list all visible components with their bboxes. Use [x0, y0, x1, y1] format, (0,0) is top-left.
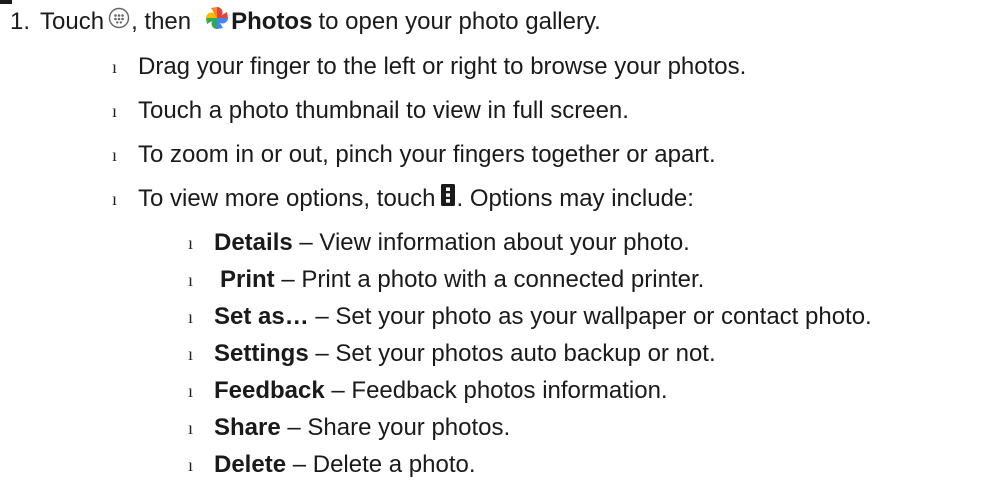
list-item: ı Drag your finger to the left or right … — [112, 52, 746, 82]
list-item: ı To zoom in or out, pinch your fingers … — [112, 140, 716, 170]
bullet-marker: ı — [188, 455, 194, 475]
list-item: ı Details – View information about your … — [188, 228, 690, 258]
more-options-suffix: . Options may include: — [456, 185, 694, 212]
list-item: ı Share – Share your photos. — [188, 413, 510, 443]
vertical-dots-menu-icon — [441, 184, 456, 214]
option-term: Feedback — [214, 377, 325, 404]
option-desc: – Feedback photos information. — [331, 377, 668, 404]
option-term: Print — [220, 266, 275, 293]
tip-text: To zoom in or out, pinch your fingers to… — [138, 141, 716, 168]
option-desc: – View information about your photo. — [299, 229, 690, 256]
list-item: ı Settings – Set your photos auto backup… — [188, 339, 716, 369]
option-desc: – Print a photo with a connected printer… — [281, 266, 705, 293]
bullet-marker: ı — [188, 418, 194, 438]
list-item: ı To view more options, touch . Options … — [112, 184, 694, 214]
option-desc: – Set your photo as your wallpaper or co… — [315, 303, 872, 330]
option-term: Delete — [214, 451, 287, 478]
bullet-marker: ı — [188, 270, 194, 290]
list-item: ı Delete – Delete a photo. — [188, 450, 476, 480]
instruction-list: ı Drag your finger to the left or right … — [0, 0, 986, 482]
option-desc: – Set your photos auto backup or not. — [315, 340, 716, 367]
tip-text: Drag your finger to the left or right to… — [138, 53, 747, 80]
bullet-marker: ı — [188, 344, 194, 364]
list-item: ı Touch a photo thumbnail to view in ful… — [112, 96, 629, 126]
bullet-marker: ı — [112, 145, 118, 165]
tip-text: Touch a photo thumbnail to view in full … — [138, 97, 629, 124]
option-term: Share — [214, 414, 281, 441]
bullet-marker: ı — [188, 233, 194, 253]
list-item: ı Print – Print a photo with a connected… — [188, 265, 704, 295]
bullet-marker: ı — [112, 101, 118, 121]
more-options-text: To view more options, touch — [138, 185, 436, 212]
option-desc: – Share your photos. — [287, 414, 511, 441]
list-item: ı Feedback – Feedback photos information… — [188, 376, 668, 406]
bullet-marker: ı — [188, 381, 194, 401]
bullet-marker: ı — [112, 189, 118, 209]
help-document: 1. Touch , then Photos to open your phot… — [0, 0, 986, 482]
bullet-marker: ı — [188, 307, 194, 327]
option-term: Settings — [214, 340, 309, 367]
bullet-marker: ı — [112, 57, 118, 77]
option-term: Set as… — [214, 303, 309, 330]
list-item: ı Set as… – Set your photo as your wallp… — [188, 302, 872, 332]
option-desc: – Delete a photo. — [292, 451, 476, 478]
option-term: Details — [214, 229, 293, 256]
